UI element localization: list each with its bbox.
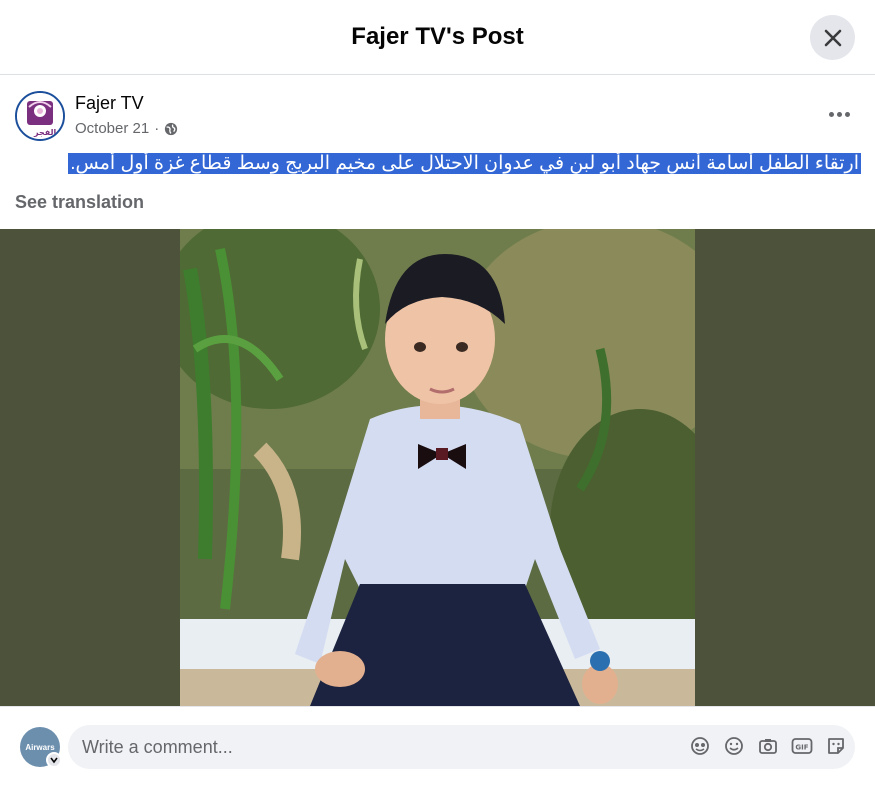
post-text-highlighted: ارتقاء الطفل أسامة أنس جهاد أبو لبن في ع… (68, 153, 861, 174)
dialog-header: Fajer TV's Post (0, 0, 875, 75)
close-icon (824, 29, 841, 46)
chevron-down-icon (50, 757, 58, 764)
close-button[interactable] (810, 15, 855, 60)
svg-text:GIF: GIF (795, 744, 808, 752)
child-photo (180, 229, 695, 706)
page-logo-text: الفجر (34, 128, 57, 137)
gif-icon[interactable]: GIF (791, 735, 813, 757)
comment-icons: GIF (689, 735, 847, 757)
more-horizontal-icon (828, 111, 834, 117)
sticker-icon[interactable] (825, 735, 847, 757)
post-meta: October 21 · (75, 120, 178, 137)
post-header: الفجر Fajer TV October 21 · (0, 76, 875, 150)
globe-icon[interactable] (164, 122, 178, 136)
dialog-title: Fajer TV's Post (351, 23, 524, 50)
more-dot (844, 111, 850, 117)
camera-icon[interactable] (757, 735, 779, 757)
post-dialog: Fajer TV's Post الفجر Fajer TV October 2… (0, 0, 875, 789)
page-avatar[interactable]: الفجر (15, 91, 65, 141)
post-photo[interactable] (180, 229, 695, 706)
emoji-icon[interactable] (723, 735, 745, 757)
avatar-sticker-icon[interactable] (689, 735, 711, 757)
avatar-switch-button[interactable] (46, 752, 62, 768)
post-media (0, 229, 875, 706)
comment-bar: Airwars Write a comment... GIF (0, 706, 875, 789)
see-translation-link[interactable]: See translation (15, 192, 144, 213)
page-name-link[interactable]: Fajer TV (75, 93, 144, 114)
more-options-button[interactable] (821, 100, 857, 128)
post-text: ارتقاء الطفل أسامة أنس جهاد أبو لبن في ع… (68, 151, 861, 176)
more-dot (836, 111, 842, 117)
post-date[interactable]: October 21 (75, 120, 149, 137)
meta-separator: · (154, 120, 160, 137)
